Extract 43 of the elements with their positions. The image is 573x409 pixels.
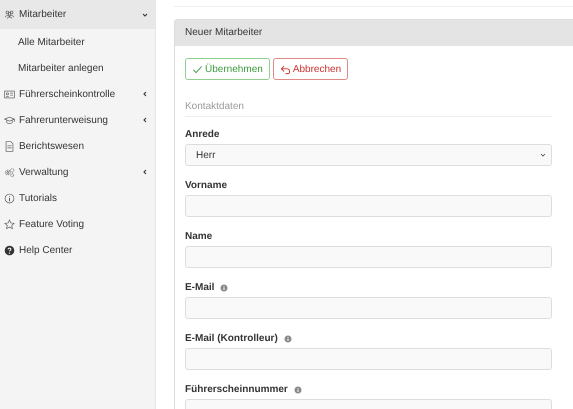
submenu-item[interactable]: Alle Mitarbeiter xyxy=(0,29,155,55)
chevron-left-icon xyxy=(141,116,149,124)
select-field[interactable]: Herr xyxy=(185,144,552,166)
sidebar-item[interactable]: Tutorials xyxy=(0,185,155,211)
info-icon xyxy=(4,192,15,204)
field-label: E-Mail (Kontrolleur) xyxy=(185,333,278,344)
sidebar-item[interactable]: Help Center xyxy=(0,237,155,263)
people-icon xyxy=(4,9,15,20)
sidebar-item[interactable]: Mitarbeiter xyxy=(0,0,155,29)
section-heading: Kontaktdaten xyxy=(185,101,552,117)
info-icon xyxy=(284,334,292,342)
document-icon xyxy=(4,140,15,152)
sidebar-item[interactable]: Feature Voting xyxy=(0,211,155,237)
text-field[interactable] xyxy=(185,195,552,217)
chevron-down-icon xyxy=(539,151,547,159)
chevron-left-icon xyxy=(141,90,149,98)
sidebar-item[interactable]: Führerscheinkontrolle xyxy=(0,81,155,107)
accept-button[interactable]: Übernehmen xyxy=(185,58,270,80)
sidebar-item[interactable]: Fahrerunterweisung xyxy=(0,107,155,133)
info-icon xyxy=(294,386,302,394)
chevron-down-icon xyxy=(141,10,149,18)
id-card-icon xyxy=(4,88,15,100)
gears-icon xyxy=(4,166,15,178)
check-icon xyxy=(192,64,203,74)
field-label: Name xyxy=(185,231,212,242)
field-label: Führerscheinnummer xyxy=(185,384,288,395)
text-field[interactable] xyxy=(185,246,552,268)
field-label: Anrede xyxy=(185,129,220,140)
sidebar-item[interactable]: Berichtswesen xyxy=(0,133,155,159)
reply-arrow-icon xyxy=(280,64,291,74)
text-field[interactable] xyxy=(185,297,552,319)
sidebar-item[interactable]: Verwaltung xyxy=(0,159,155,185)
info-icon xyxy=(220,284,228,292)
panel-header: Neuer Mitarbeiter xyxy=(175,20,573,46)
star-icon xyxy=(4,218,15,230)
graduation-cap-icon xyxy=(4,114,15,126)
field-label: Vorname xyxy=(185,180,228,191)
submenu-item[interactable]: Mitarbeiter anlegen xyxy=(0,55,155,81)
help-icon xyxy=(4,244,15,256)
chevron-left-icon xyxy=(141,168,149,176)
cancel-button[interactable]: Abbrechen xyxy=(272,58,348,80)
text-field[interactable] xyxy=(185,348,552,370)
field-label: E-Mail xyxy=(185,282,214,293)
